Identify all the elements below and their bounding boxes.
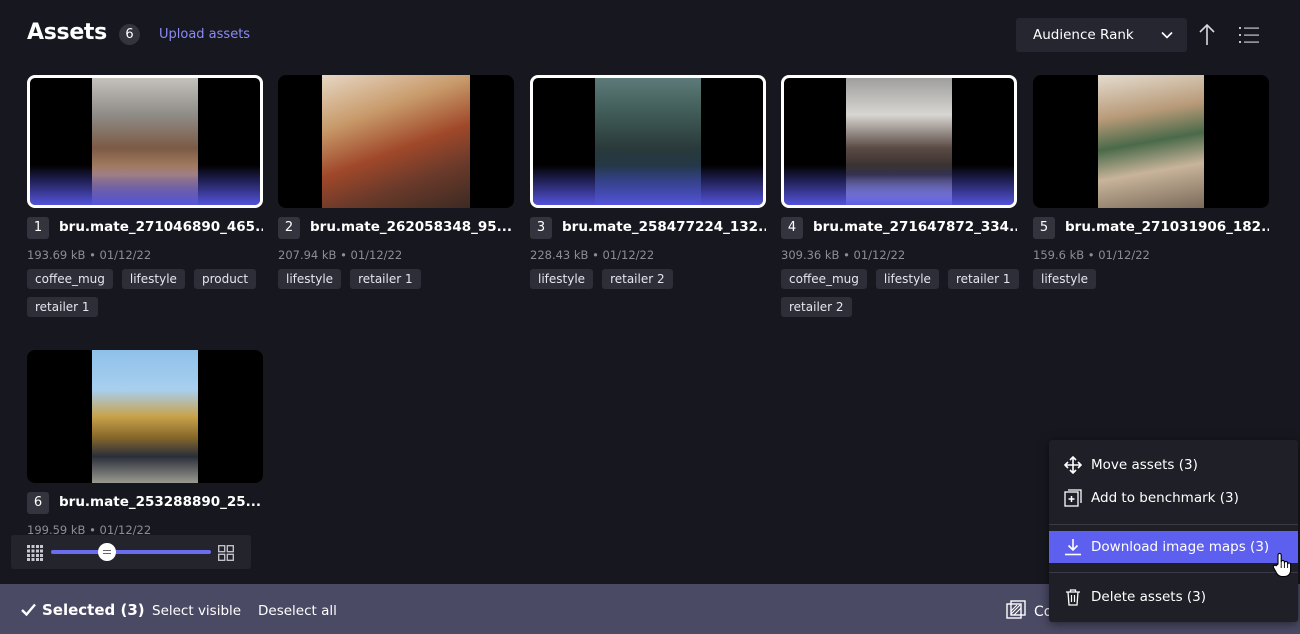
small-grid-icon[interactable] xyxy=(27,545,43,561)
menu-item-download-image-maps[interactable]: Download image maps (3) xyxy=(1049,531,1298,563)
tag[interactable]: retailer 2 xyxy=(602,269,673,289)
asset-count-badge: 6 xyxy=(119,24,140,45)
tag[interactable]: lifestyle xyxy=(121,269,185,289)
bulk-actions-menu: Move assets (3) Add to benchmark (3) Dow… xyxy=(1049,440,1298,622)
assets-header: Assets 6 Upload assets Audience Rank xyxy=(27,18,1270,52)
compare-icon xyxy=(1006,600,1026,619)
select-visible-button[interactable]: Select visible xyxy=(152,603,241,619)
asset-meta: 193.69 kB • 01/12/22 xyxy=(27,248,152,262)
asset-card-5[interactable]: 5 bru.mate_271031906_182... 159.6 kB • 0… xyxy=(1033,75,1269,289)
menu-item-label: Move assets (3) xyxy=(1091,457,1198,473)
hand-cursor-icon xyxy=(1272,552,1292,578)
list-view-icon[interactable] xyxy=(1237,24,1261,46)
sort-dropdown[interactable]: Audience Rank xyxy=(1016,18,1187,52)
asset-thumbnail[interactable] xyxy=(1033,75,1269,208)
deselect-all-button[interactable]: Deselect all xyxy=(258,603,337,619)
menu-divider xyxy=(1049,524,1298,525)
menu-item-label: Add to benchmark (3) xyxy=(1091,490,1239,506)
menu-item-label: Delete assets (3) xyxy=(1091,589,1207,605)
tag[interactable]: lifestyle xyxy=(530,269,594,289)
asset-thumbnail[interactable] xyxy=(530,75,766,208)
selected-count-label: Selected (3) xyxy=(42,601,145,619)
asset-meta: 159.6 kB • 01/12/22 xyxy=(1033,248,1150,262)
asset-filename: bru.mate_258477224_132... xyxy=(562,219,766,235)
sort-dropdown-label: Audience Rank xyxy=(1033,27,1134,43)
asset-tags: coffee_mug lifestyle retailer 1 retailer… xyxy=(781,269,1021,317)
tag[interactable]: product xyxy=(193,269,257,289)
asset-tags: coffee_mug lifestyle product retailer 1 xyxy=(27,269,267,317)
checkmark-icon xyxy=(21,603,36,617)
asset-tags: lifestyle retailer 2 xyxy=(530,269,770,289)
asset-tags: lifestyle xyxy=(1033,269,1273,289)
asset-thumbnail[interactable] xyxy=(781,75,1017,208)
asset-card-1[interactable]: 1 bru.mate_271046890_465... 193.69 kB • … xyxy=(27,75,263,317)
asset-index-badge: 3 xyxy=(530,217,552,239)
asset-thumbnail[interactable] xyxy=(27,75,263,208)
upload-assets-link[interactable]: Upload assets xyxy=(159,27,250,42)
menu-item-add-to-benchmark[interactable]: Add to benchmark (3) xyxy=(1049,482,1298,514)
chevron-down-icon xyxy=(1161,31,1173,39)
selection-overlay xyxy=(784,165,1014,205)
asset-card-2[interactable]: 2 bru.mate_262058348_95... 207.94 kB • 0… xyxy=(278,75,514,289)
menu-item-move-assets[interactable]: Move assets (3) xyxy=(1049,449,1298,481)
download-icon xyxy=(1065,539,1081,556)
asset-index-badge: 5 xyxy=(1033,217,1055,239)
add-benchmark-icon xyxy=(1064,489,1082,507)
move-icon xyxy=(1064,456,1082,474)
slider-handle[interactable] xyxy=(98,543,116,561)
tag[interactable]: lifestyle xyxy=(875,269,939,289)
tag[interactable]: coffee_mug xyxy=(27,269,113,289)
tag[interactable]: coffee_mug xyxy=(781,269,867,289)
asset-card-6[interactable]: 6 bru.mate_253288890_25... 199.59 kB • 0… xyxy=(27,350,263,537)
compare-button[interactable]: Co xyxy=(1006,600,1052,620)
asset-index-badge: 1 xyxy=(27,217,49,239)
asset-thumbnail[interactable] xyxy=(27,350,263,483)
sort-ascending-icon[interactable] xyxy=(1195,22,1219,48)
asset-index-badge: 4 xyxy=(781,217,803,239)
menu-item-delete-assets[interactable]: Delete assets (3) xyxy=(1049,581,1298,613)
asset-image xyxy=(1098,75,1204,208)
asset-meta: 309.36 kB • 01/12/22 xyxy=(781,248,906,262)
asset-image xyxy=(322,75,470,208)
asset-thumbnail[interactable] xyxy=(278,75,514,208)
tag[interactable]: lifestyle xyxy=(1033,269,1097,289)
asset-index-badge: 2 xyxy=(278,217,300,239)
thumbnail-size-slider xyxy=(11,535,251,569)
menu-divider xyxy=(1049,572,1298,573)
asset-index-badge: 6 xyxy=(27,492,49,514)
selection-overlay xyxy=(533,165,763,205)
large-grid-icon[interactable] xyxy=(218,545,234,561)
menu-item-label: Download image maps (3) xyxy=(1091,539,1270,555)
selection-overlay xyxy=(30,165,260,205)
tag[interactable]: retailer 1 xyxy=(947,269,1019,289)
asset-filename: bru.mate_262058348_95... xyxy=(310,219,513,235)
trash-icon xyxy=(1066,589,1080,606)
asset-tags: lifestyle retailer 1 xyxy=(278,269,518,289)
tag[interactable]: lifestyle xyxy=(278,269,342,289)
asset-filename: bru.mate_271046890_465... xyxy=(59,219,263,235)
asset-image xyxy=(92,350,198,483)
asset-meta: 207.94 kB • 01/12/22 xyxy=(278,248,403,262)
asset-card-4[interactable]: 4 bru.mate_271647872_334... 309.36 kB • … xyxy=(781,75,1019,317)
asset-filename: bru.mate_271647872_334... xyxy=(813,219,1017,235)
tag[interactable]: retailer 2 xyxy=(781,297,852,317)
asset-filename: bru.mate_253288890_25... xyxy=(59,494,262,510)
selected-count: Selected (3) xyxy=(21,601,145,619)
tag[interactable]: retailer 1 xyxy=(27,297,98,317)
asset-card-3[interactable]: 3 bru.mate_258477224_132... 228.43 kB • … xyxy=(530,75,766,289)
asset-filename: bru.mate_271031906_182... xyxy=(1065,219,1269,235)
page-title: Assets xyxy=(27,20,107,45)
slider-track[interactable] xyxy=(51,550,211,554)
asset-meta: 228.43 kB • 01/12/22 xyxy=(530,248,655,262)
tag[interactable]: retailer 1 xyxy=(350,269,421,289)
